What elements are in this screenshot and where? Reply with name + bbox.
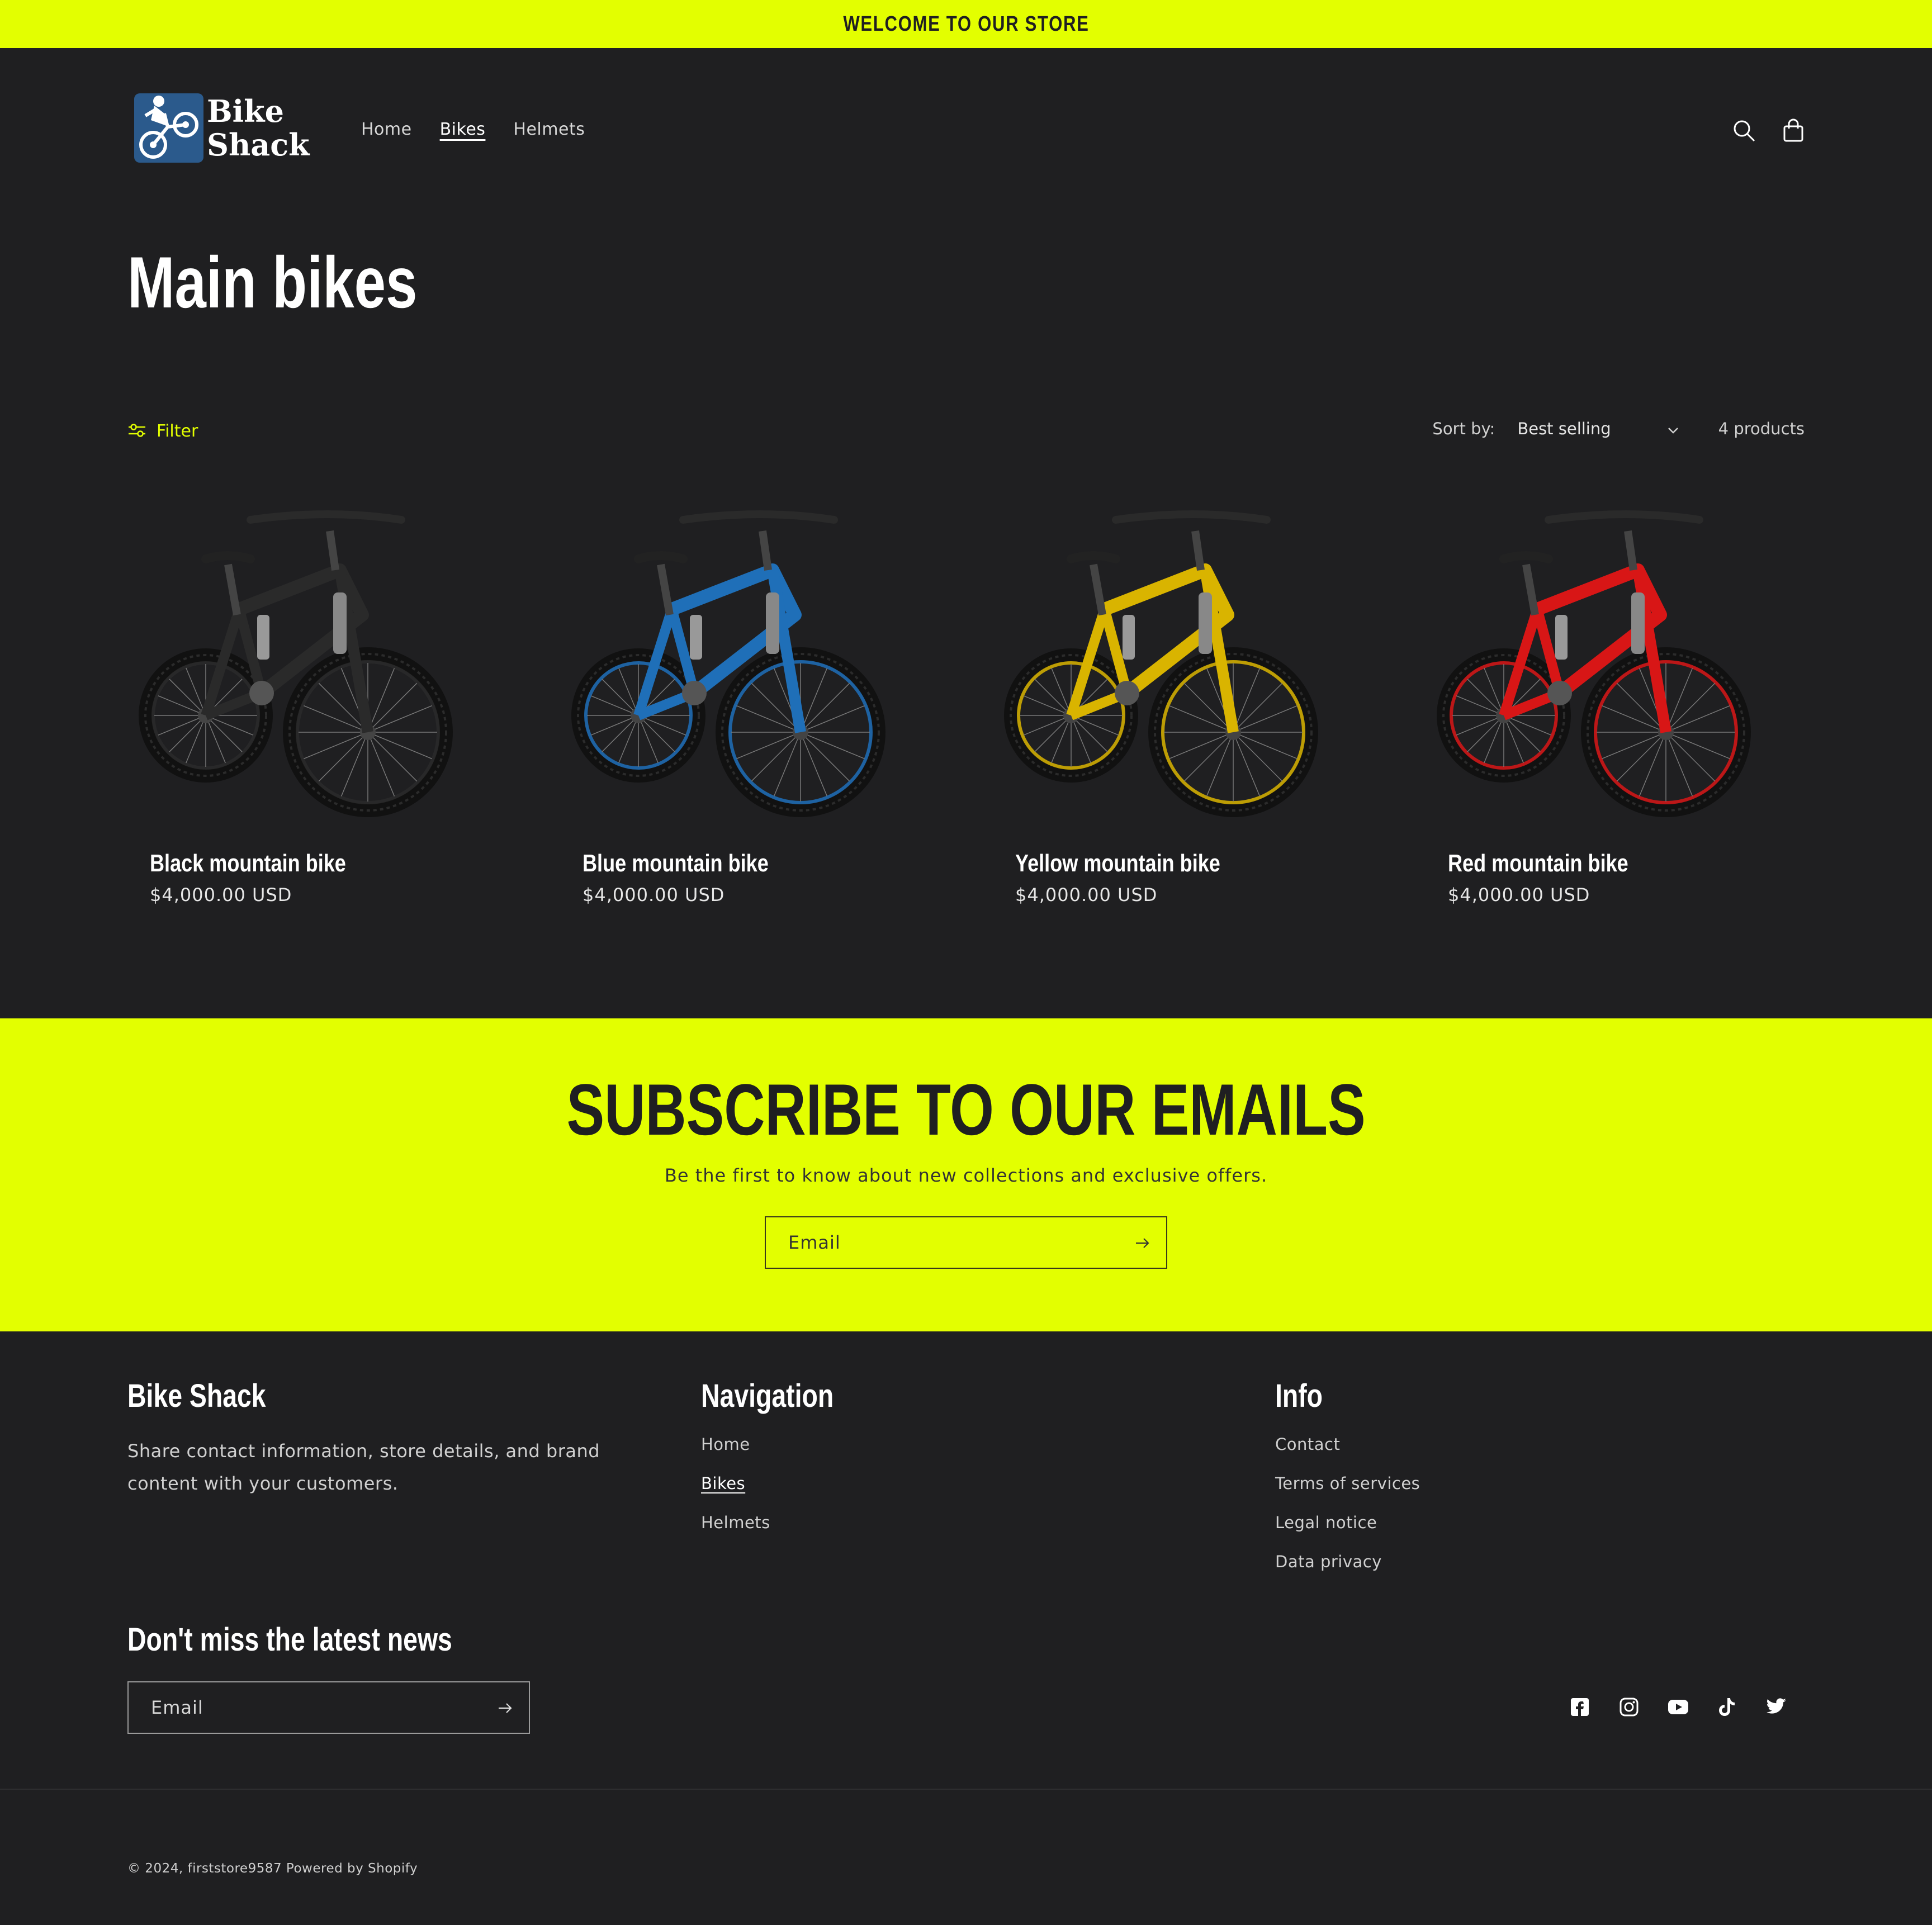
footer-brand-text: Share contact information, store details… — [127, 1440, 600, 1494]
search-icon[interactable] — [1732, 118, 1756, 143]
filter-button[interactable]: Filter — [127, 421, 198, 441]
product-price: $4,000.00 USD — [583, 884, 725, 905]
subscribe-section: SUBSCRIBE TO OUR EMAILS Be the first to … — [0, 1018, 1932, 1331]
page-title: Main bikes — [127, 241, 418, 323]
subscribe-email-placeholder: Email — [788, 1232, 841, 1253]
product-grid: Black mountain bike $4,000.00 USD Blue m… — [127, 481, 1805, 905]
subscribe-heading: SUBSCRIBE TO OUR EMAILS — [566, 1069, 1366, 1150]
product-card[interactable]: Blue mountain bike $4,000.00 USD — [560, 481, 939, 905]
footer-link-bikes[interactable]: Bikes — [701, 1474, 867, 1513]
tiktok-icon[interactable] — [1716, 1696, 1739, 1718]
filter-sliders-icon — [127, 423, 146, 440]
footer-navigation: Navigation Home Bikes Helmets — [701, 1377, 867, 1552]
nav-bikes[interactable]: Bikes — [440, 120, 486, 139]
product-image[interactable] — [993, 481, 1372, 827]
social-links — [1569, 1696, 1788, 1718]
bike-illustration — [1437, 510, 1751, 817]
nav-home[interactable]: Home — [361, 120, 412, 139]
product-image[interactable] — [560, 481, 939, 827]
newsletter-email-placeholder: Email — [151, 1697, 203, 1718]
product-title[interactable]: Red mountain bike — [1448, 850, 1740, 878]
footer-link-terms[interactable]: Terms of services — [1275, 1474, 1420, 1513]
subscribe-email-field[interactable]: Email — [765, 1216, 1167, 1269]
announcement-text: WELCOME TO OUR STORE — [842, 12, 1090, 36]
bike-illustration — [571, 510, 886, 817]
bike-illustration — [1004, 510, 1318, 817]
chevron-down-icon[interactable] — [1667, 419, 1679, 438]
cart-icon[interactable] — [1781, 118, 1806, 143]
bike-illustration — [139, 510, 453, 817]
product-image[interactable] — [127, 481, 506, 827]
sort-bar: Sort by: Best selling 4 products — [1432, 419, 1805, 438]
sort-label: Sort by: — [1432, 419, 1495, 438]
main-nav: Home Bikes Helmets — [361, 120, 585, 139]
store-logo[interactable]: Bike Shack — [134, 92, 312, 164]
arrow-right-icon[interactable] — [1134, 1234, 1152, 1254]
product-image[interactable] — [1426, 481, 1805, 827]
footer-link-privacy[interactable]: Data privacy — [1275, 1552, 1420, 1591]
logo-line-1: Bike — [207, 93, 284, 129]
product-card[interactable]: Yellow mountain bike $4,000.00 USD — [993, 481, 1372, 905]
logo-line-2: Shack — [207, 127, 310, 163]
footer-link-contact[interactable]: Contact — [1275, 1435, 1420, 1474]
filter-label: Filter — [157, 421, 198, 441]
footer-link-home[interactable]: Home — [701, 1435, 867, 1474]
facebook-icon[interactable] — [1569, 1696, 1591, 1718]
product-title[interactable]: Yellow mountain bike — [1015, 850, 1308, 878]
youtube-icon[interactable] — [1667, 1696, 1689, 1718]
product-card[interactable]: Red mountain bike $4,000.00 USD — [1426, 481, 1805, 905]
product-price: $4,000.00 USD — [150, 884, 292, 905]
instagram-icon[interactable] — [1618, 1696, 1640, 1718]
footer-link-legal[interactable]: Legal notice — [1275, 1513, 1420, 1552]
subscribe-text: Be the first to know about new collectio… — [664, 1165, 1268, 1186]
footer-brand: Bike Shack Share contact information, st… — [127, 1377, 664, 1500]
nav-helmets[interactable]: Helmets — [513, 120, 585, 139]
product-title[interactable]: Black mountain bike — [150, 850, 442, 878]
footer-divider — [0, 1789, 1932, 1790]
product-card[interactable]: Black mountain bike $4,000.00 USD — [127, 481, 506, 905]
logo-bike-icon — [134, 93, 203, 163]
product-title[interactable]: Blue mountain bike — [583, 850, 875, 878]
product-price: $4,000.00 USD — [1015, 884, 1158, 905]
footer-brand-heading: Bike Shack — [127, 1378, 266, 1414]
footer-navigation-heading: Navigation — [701, 1378, 834, 1414]
product-price: $4,000.00 USD — [1448, 884, 1590, 905]
newsletter-email-field[interactable]: Email — [127, 1681, 530, 1734]
arrow-right-icon[interactable] — [496, 1699, 514, 1719]
copyright-text: © 2024, firststore9587 Powered by Shopif… — [127, 1861, 418, 1876]
announcement-bar: WELCOME TO OUR STORE — [0, 0, 1932, 48]
footer-link-helmets[interactable]: Helmets — [701, 1513, 867, 1552]
twitter-icon[interactable] — [1765, 1696, 1788, 1718]
footer-info: Info Contact Terms of services Legal not… — [1275, 1377, 1420, 1591]
footer-info-heading: Info — [1275, 1378, 1323, 1414]
product-count: 4 products — [1718, 419, 1805, 438]
newsletter-heading: Don't miss the latest news — [127, 1621, 452, 1658]
sort-select[interactable]: Best selling — [1517, 419, 1611, 438]
